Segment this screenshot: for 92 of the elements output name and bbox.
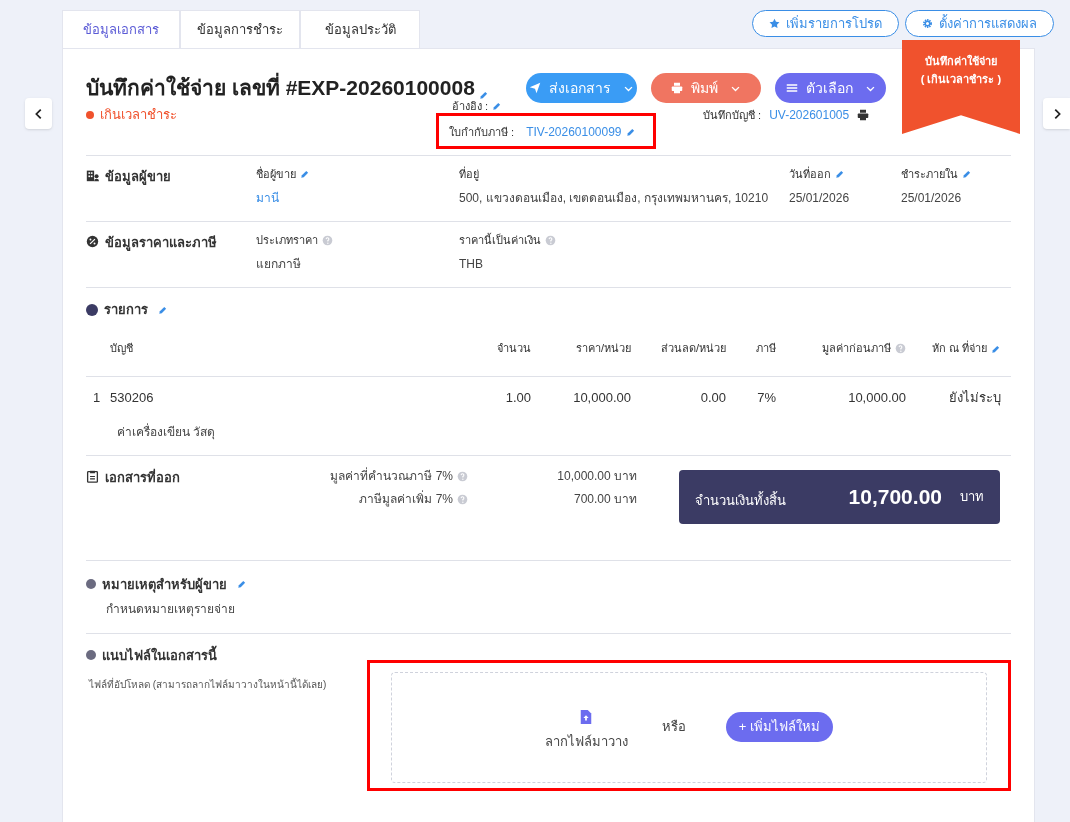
field-value: 25/01/2026 — [789, 189, 850, 207]
pencil-icon — [991, 343, 1001, 354]
summary-value: 10,000.00 บาท — [557, 468, 637, 485]
table-cell-text: ยังไม่ระบุ — [949, 388, 1001, 408]
summary-label: มูลค่าที่คำนวณภาษี 7% — [330, 467, 453, 485]
section-heading: แนบไฟล์ในเอกสารนี้ — [102, 645, 217, 665]
total-amount: 10,700.00 — [848, 483, 942, 510]
printer-icon — [857, 109, 870, 121]
column-header: ราคา/หน่วย — [575, 341, 631, 357]
column-header: จำนวน — [497, 341, 531, 357]
dropdown-button[interactable]: ส่งเอกสาร — [526, 73, 637, 103]
pencil-icon — [962, 169, 972, 180]
send-icon — [529, 82, 541, 94]
tab[interactable]: ข้อมูลการชำระ — [180, 10, 300, 49]
field-link[interactable]: มานี — [256, 188, 279, 207]
section-heading: ข้อมูลราคาและภาษี — [105, 234, 217, 253]
item-description: ค่าเครื่องเขียน วัสดุ — [117, 424, 216, 439]
action-button[interactable]: ตั้งค่าการแสดงผล — [905, 10, 1054, 37]
table-cell-text: 7% — [757, 388, 776, 407]
action-button[interactable]: เพิ่มรายการโปรด — [752, 10, 899, 37]
status-text: เกินเวลาชำระ — [100, 106, 177, 125]
file-upload-icon — [579, 708, 594, 727]
section-heading: หมายเหตุสำหรับผู้ขาย — [102, 575, 227, 594]
help-icon — [457, 493, 468, 505]
pencil-icon — [625, 127, 636, 137]
field-label: ราคานี้เป็นค่าเงิน — [459, 232, 541, 248]
percent-icon — [86, 235, 99, 248]
field-label: ชื่อผู้ขาย — [256, 166, 296, 183]
section-heading: รายการ — [104, 301, 148, 319]
summary-value: 700.00 บาท — [573, 491, 637, 508]
pencil-icon — [835, 169, 845, 180]
clipboard-icon — [86, 469, 99, 483]
add-file-button[interactable]: + เพิ่มไฟล์ใหม่ — [725, 712, 833, 742]
settings-icon — [922, 18, 933, 29]
drop-label: ลากไฟล์มาวาง — [544, 733, 628, 752]
ribbon-text: บันทึกค่าใช้จ่าย — [925, 54, 997, 69]
journal-label: บันทึกบัญชี : — [703, 107, 762, 124]
field-value: THB — [459, 255, 483, 273]
column-header: ส่วนลด/หน่วย — [660, 341, 726, 357]
pencil-icon — [158, 304, 168, 315]
building-icon — [86, 169, 99, 182]
next-button[interactable] — [1043, 98, 1070, 129]
notes-text: กำหนดหมายเหตุรายจ่าย — [105, 601, 236, 618]
field-value: 500, แขวงดอนเมือง, เขตดอนเมือง, กรุงเทพมหานคร, 10210 — [459, 189, 769, 207]
drop-zone[interactable]: ลากไฟล์มาวาง หรือ + เพิ่มไฟล์ใหม่ — [390, 671, 987, 783]
upload-hint: ไฟล์ที่อัปโหลด (สามารถลากไฟล์มาวางในหน้านี้ได้เลย) — [87, 677, 328, 692]
section-heading: เอกสารที่ออก — [105, 467, 180, 487]
bullet-icon — [86, 579, 96, 590]
journal-link[interactable]: UV-202601005 — [769, 106, 850, 124]
column-header: บัญชี — [110, 341, 133, 357]
bullet-icon — [86, 650, 96, 661]
field-value: 25/01/2026 — [901, 189, 962, 207]
field-label: ชำระภายใน — [901, 167, 958, 182]
table-cell-text: 0.00 — [700, 388, 726, 407]
field-label: ที่อยู่ — [459, 166, 479, 183]
table-cell-text: 530206 — [110, 388, 154, 407]
help-icon — [895, 343, 906, 354]
total-label: จำนวนเงินทั้งสิ้น — [695, 490, 786, 510]
summary-label: ภาษีมูลค่าเพิ่ม 7% — [359, 490, 453, 508]
previous-button[interactable] — [25, 98, 52, 129]
ribbon-text: ( เกินเวลาชำระ ) — [920, 72, 1002, 87]
bullet-icon — [86, 303, 98, 316]
star-icon — [769, 18, 780, 29]
table-cell-text: 1.00 — [505, 388, 531, 407]
pencil-icon — [492, 101, 503, 111]
column-header: มูลค่าก่อนภาษี — [822, 341, 891, 357]
dropdown-button[interactable]: พิมพ์ — [651, 73, 761, 103]
printer-icon — [671, 82, 683, 94]
column-header: ภาษี — [756, 341, 776, 357]
field-label: ประเภทราคา — [256, 233, 318, 248]
dropdown-button[interactable]: ตัวเลือก — [775, 73, 886, 103]
field-label: วันที่ออก — [789, 166, 831, 182]
print-button[interactable] — [857, 109, 870, 121]
currency-text: บาท — [960, 487, 984, 506]
tax-invoice-label: ใบกำกับภาษี : — [449, 124, 515, 140]
help-icon — [545, 234, 556, 246]
help-icon — [457, 470, 468, 482]
section-heading: ข้อมูลผู้ขาย — [105, 168, 171, 187]
tab[interactable]: ข้อมูลประวัติ — [300, 10, 420, 49]
pencil-icon — [237, 579, 247, 590]
table-cell-text: 10,000.00 — [573, 388, 631, 407]
pencil-icon — [478, 89, 489, 100]
pencil-icon — [300, 169, 310, 180]
help-icon — [322, 234, 333, 246]
menu-icon — [785, 82, 798, 94]
tax-invoice-link[interactable]: TIV-20260100099 — [526, 123, 622, 141]
column-header: หัก ณ ที่จ่าย — [931, 340, 987, 357]
table-cell-text: 10,000.00 — [848, 388, 906, 407]
row-number: 1 — [93, 388, 101, 407]
or-text: หรือ — [661, 718, 686, 737]
tab[interactable]: ข้อมูลเอกสาร — [62, 10, 180, 49]
field-value: แยกภาษี — [256, 255, 301, 273]
